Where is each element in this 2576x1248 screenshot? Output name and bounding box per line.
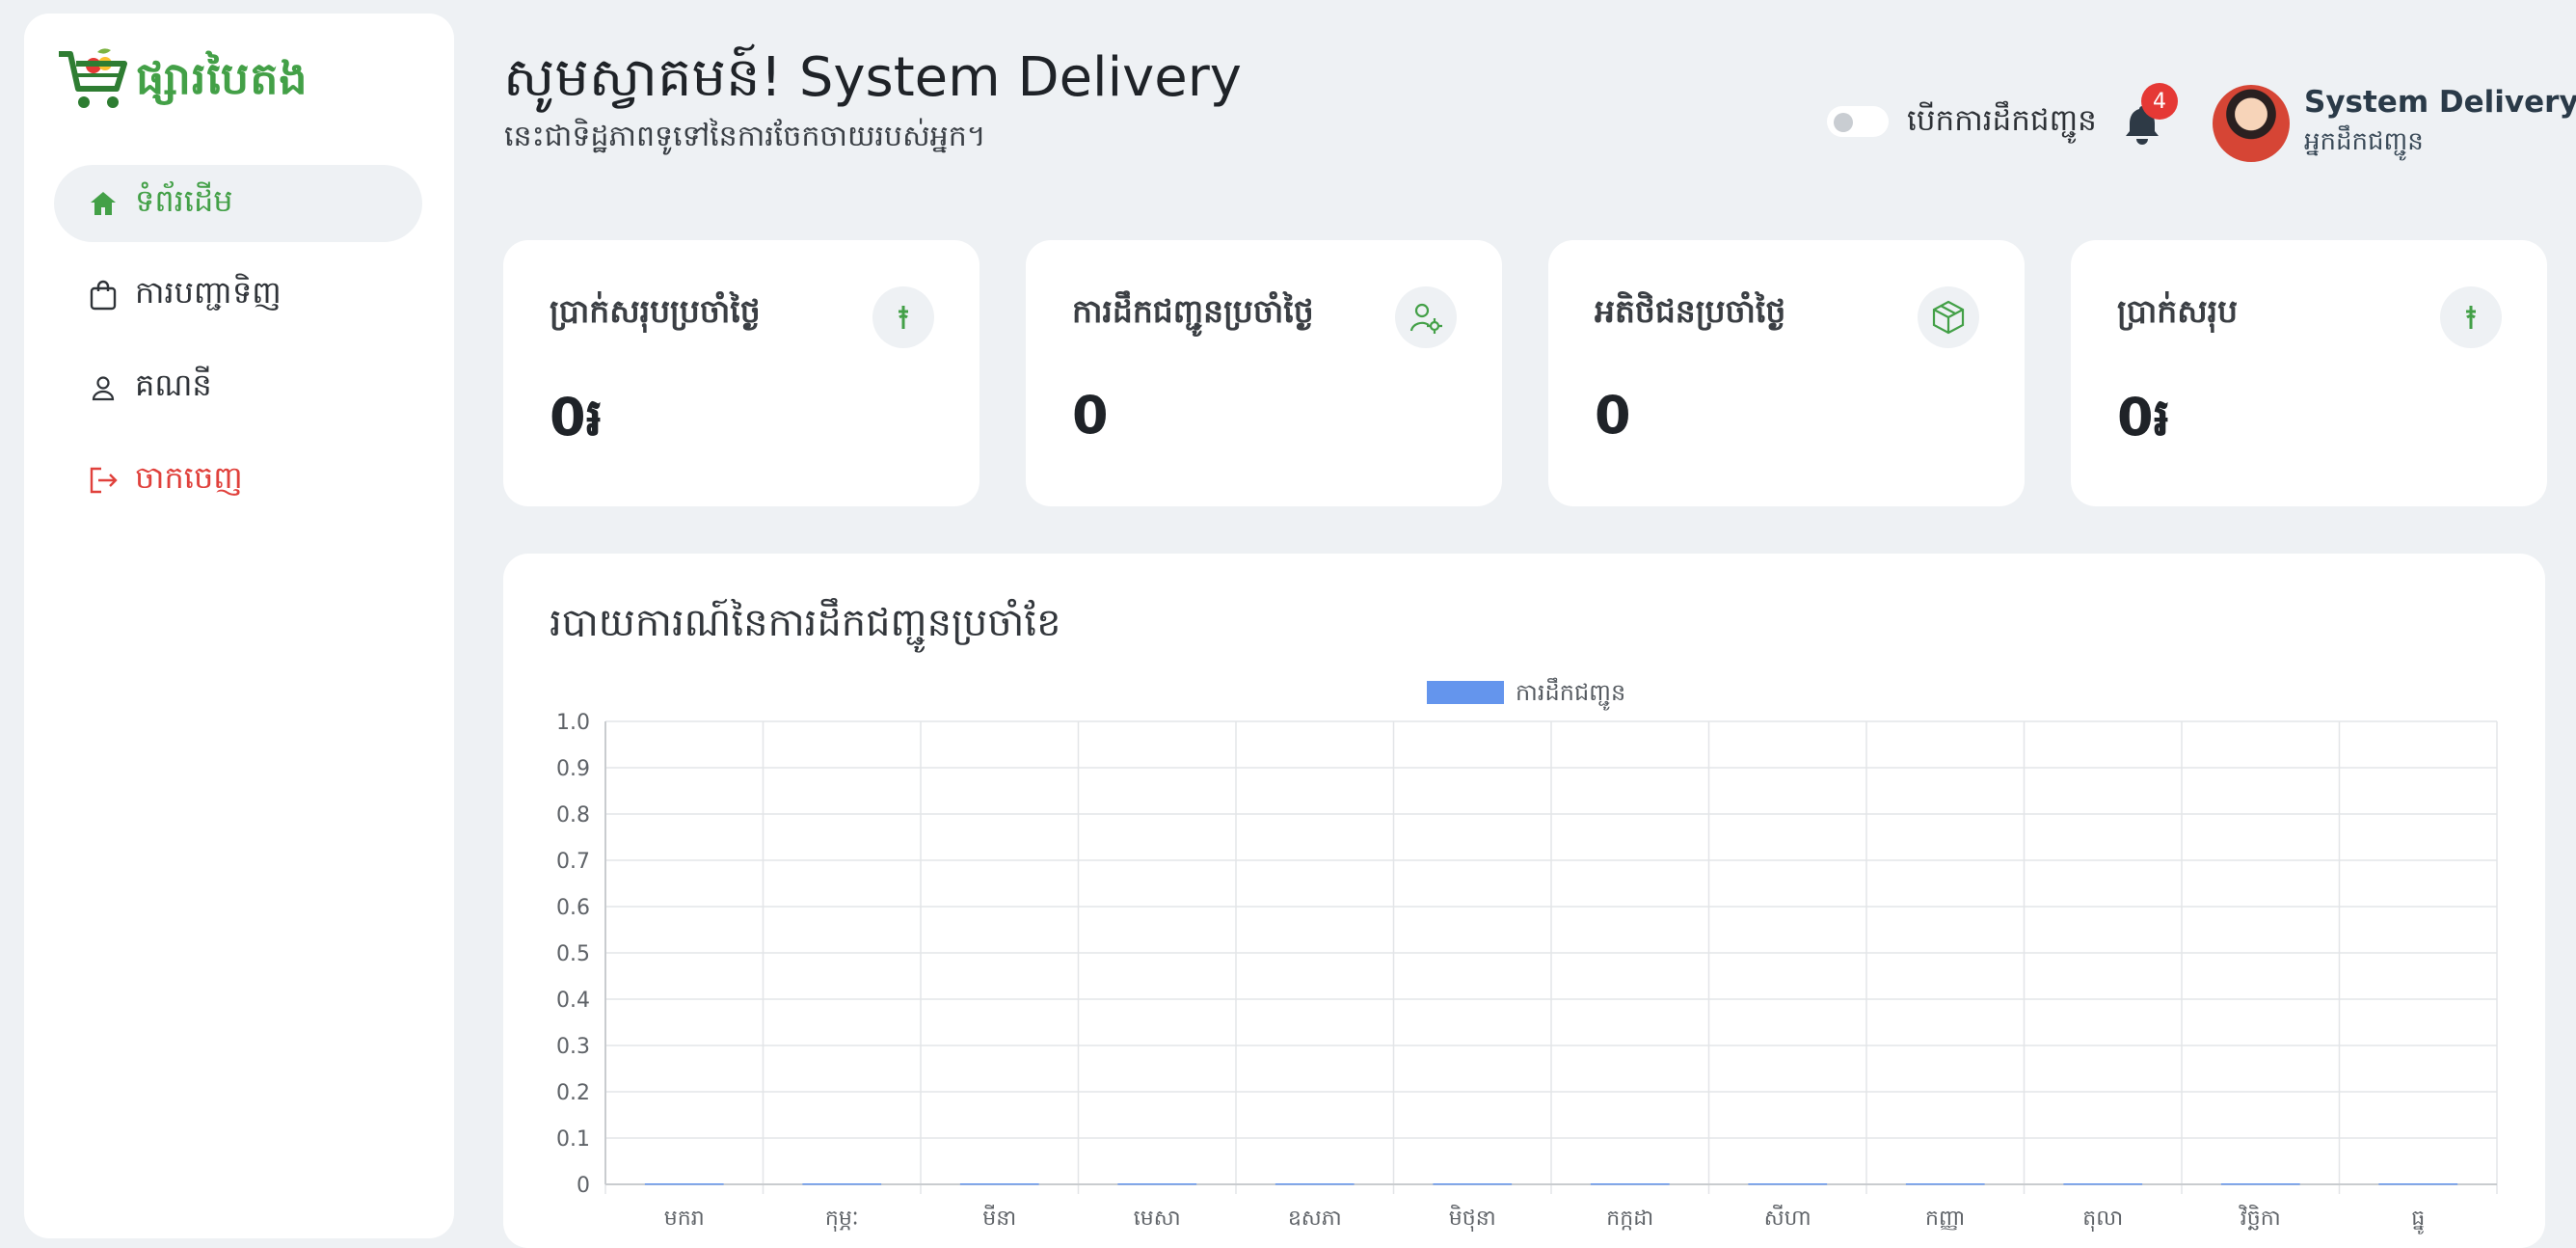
user-name: System Delivery <box>2304 85 2576 120</box>
page-title: សូមស្វាគមន៍! System Delivery <box>503 46 1242 109</box>
home-icon <box>87 187 120 220</box>
x-tick-label: មិថុនា <box>1449 1205 1496 1232</box>
monthly-delivery-chart: 1.0 0.9 0.8 0.7 0.6 0.5 0.4 0.3 0.2 0.1 0 ការដឹកជញ្… <box>556 677 2498 1234</box>
nav-label: ចាកចេញ <box>135 458 243 496</box>
x-tick-label: កុម្ភៈ <box>825 1207 859 1232</box>
x-tick-label: ធ្នូ <box>2411 1207 2425 1234</box>
shopping-bag-icon <box>87 279 120 312</box>
stat-value: 0៛ <box>550 387 603 448</box>
page-subtitle: នេះជាទិដ្ឋភាពទូទៅនៃការចែកចាយរបស់អ្នក។ <box>504 120 986 153</box>
y-tick-label: 0.7 <box>556 850 590 874</box>
y-tick-label: 0.3 <box>556 1035 590 1059</box>
brand-name: ផ្សារបៃតង <box>136 51 309 104</box>
riel-icon <box>2440 286 2502 348</box>
y-tick-label: 0.2 <box>556 1081 590 1105</box>
bar <box>959 1183 1039 1185</box>
x-tick-label: សីហា <box>1764 1205 1811 1231</box>
shopping-cart-logo-icon <box>55 46 130 120</box>
y-tick-label: 0.4 <box>556 989 590 1013</box>
nav-item-account[interactable]: គណនី <box>54 349 422 426</box>
y-tick-label: 0 <box>577 1174 590 1198</box>
user-icon <box>87 371 120 404</box>
x-tick-label: ឧសភា <box>1288 1207 1342 1231</box>
toggle-knob <box>1834 113 1853 132</box>
legend-swatch <box>1427 681 1504 704</box>
bar <box>1433 1183 1513 1185</box>
nav-item-logout[interactable]: ចាកចេញ <box>54 442 422 519</box>
y-tick-label: 0.5 <box>556 942 590 966</box>
stat-title: ការដឹកជញ្ជូនប្រចាំថ្ងៃ <box>1072 292 1314 330</box>
bar <box>1590 1183 1670 1185</box>
y-tick-label: 0.9 <box>556 757 590 781</box>
stat-value: 0៛ <box>2117 387 2170 448</box>
user-cog-icon <box>1395 286 1457 348</box>
delivery-toggle-label: បើកការដឹកជញ្ជូន <box>1907 103 2097 138</box>
user-role: អ្នកដឹកជញ្ជូន <box>2304 127 2424 156</box>
stat-value: 0 <box>1072 385 1109 446</box>
nav-label: គណនី <box>135 366 212 403</box>
x-tick-label: តុលា <box>2082 1207 2123 1232</box>
notification-count-badge: 4 <box>2141 83 2178 120</box>
x-tick-label: មករា <box>664 1207 705 1231</box>
x-tick-label: កក្កដា <box>1606 1207 1653 1231</box>
nav-label: ការបញ្ជាទិញ <box>135 273 282 311</box>
x-tick-label: មេសា <box>1134 1207 1181 1231</box>
x-tick-label: វិច្ឆិកា <box>2239 1205 2281 1231</box>
y-tick-label: 1.0 <box>556 711 590 735</box>
bar <box>1117 1183 1197 1185</box>
monthly-delivery-chart-panel: របាយការណ៍នៃការដឹកជញ្ជូនប្រចាំខែ 1.0 0.9 0.… <box>503 554 2545 1248</box>
bar <box>1748 1183 1828 1185</box>
delivery-toggle[interactable] <box>1827 106 1889 137</box>
y-tick-label: 0.1 <box>556 1127 590 1152</box>
stat-title: ប្រាក់សរុប <box>2117 292 2239 330</box>
stat-title: ប្រាក់សរុបប្រចាំថ្ងៃ <box>550 292 761 330</box>
bar <box>2378 1183 2458 1185</box>
logout-icon <box>87 464 120 497</box>
y-tick-label: 0.6 <box>556 896 590 920</box>
legend-label: ការដឹកជញ្ជូន <box>1516 677 1625 711</box>
nav-label: ទំព័រដើម <box>135 181 233 219</box>
stat-card-daily-revenue: ប្រាក់សរុបប្រចាំថ្ងៃ 0៛ <box>503 240 979 506</box>
brand-logo[interactable]: ផ្សារបៃតង <box>55 46 309 120</box>
bar <box>1275 1183 1355 1185</box>
bar <box>644 1183 724 1185</box>
x-tick-label: មីនា <box>982 1205 1016 1231</box>
bar <box>2063 1183 2143 1185</box>
bar <box>1905 1183 1985 1185</box>
y-tick-label: 0.8 <box>556 803 590 827</box>
stat-card-total-revenue: ប្រាក់សរុប 0៛ <box>2071 240 2547 506</box>
stat-card-daily-deliveries: ការដឹកជញ្ជូនប្រចាំថ្ងៃ 0 <box>1026 240 1502 506</box>
nav-item-home[interactable]: ទំព័រដើម <box>54 165 422 242</box>
bar <box>2220 1183 2300 1185</box>
stat-title: អតិថិជនប្រចាំថ្ងៃ <box>1595 292 1786 330</box>
riel-icon <box>872 286 934 348</box>
sidebar: ផ្សារបៃតង ទំព័រដើម ការបញ្ជាទិញ គណនី ចាកច… <box>24 14 454 1238</box>
x-tick-label: កញ្ញា <box>1925 1207 1965 1231</box>
user-avatar[interactable] <box>2213 85 2290 162</box>
stat-card-daily-customers: អតិថិជនប្រចាំថ្ងៃ 0 <box>1548 240 2025 506</box>
box-icon <box>1918 286 1979 348</box>
bar <box>802 1183 882 1185</box>
nav-item-orders[interactable]: ការបញ្ជាទិញ <box>54 257 422 334</box>
stat-value: 0 <box>1595 385 1631 446</box>
